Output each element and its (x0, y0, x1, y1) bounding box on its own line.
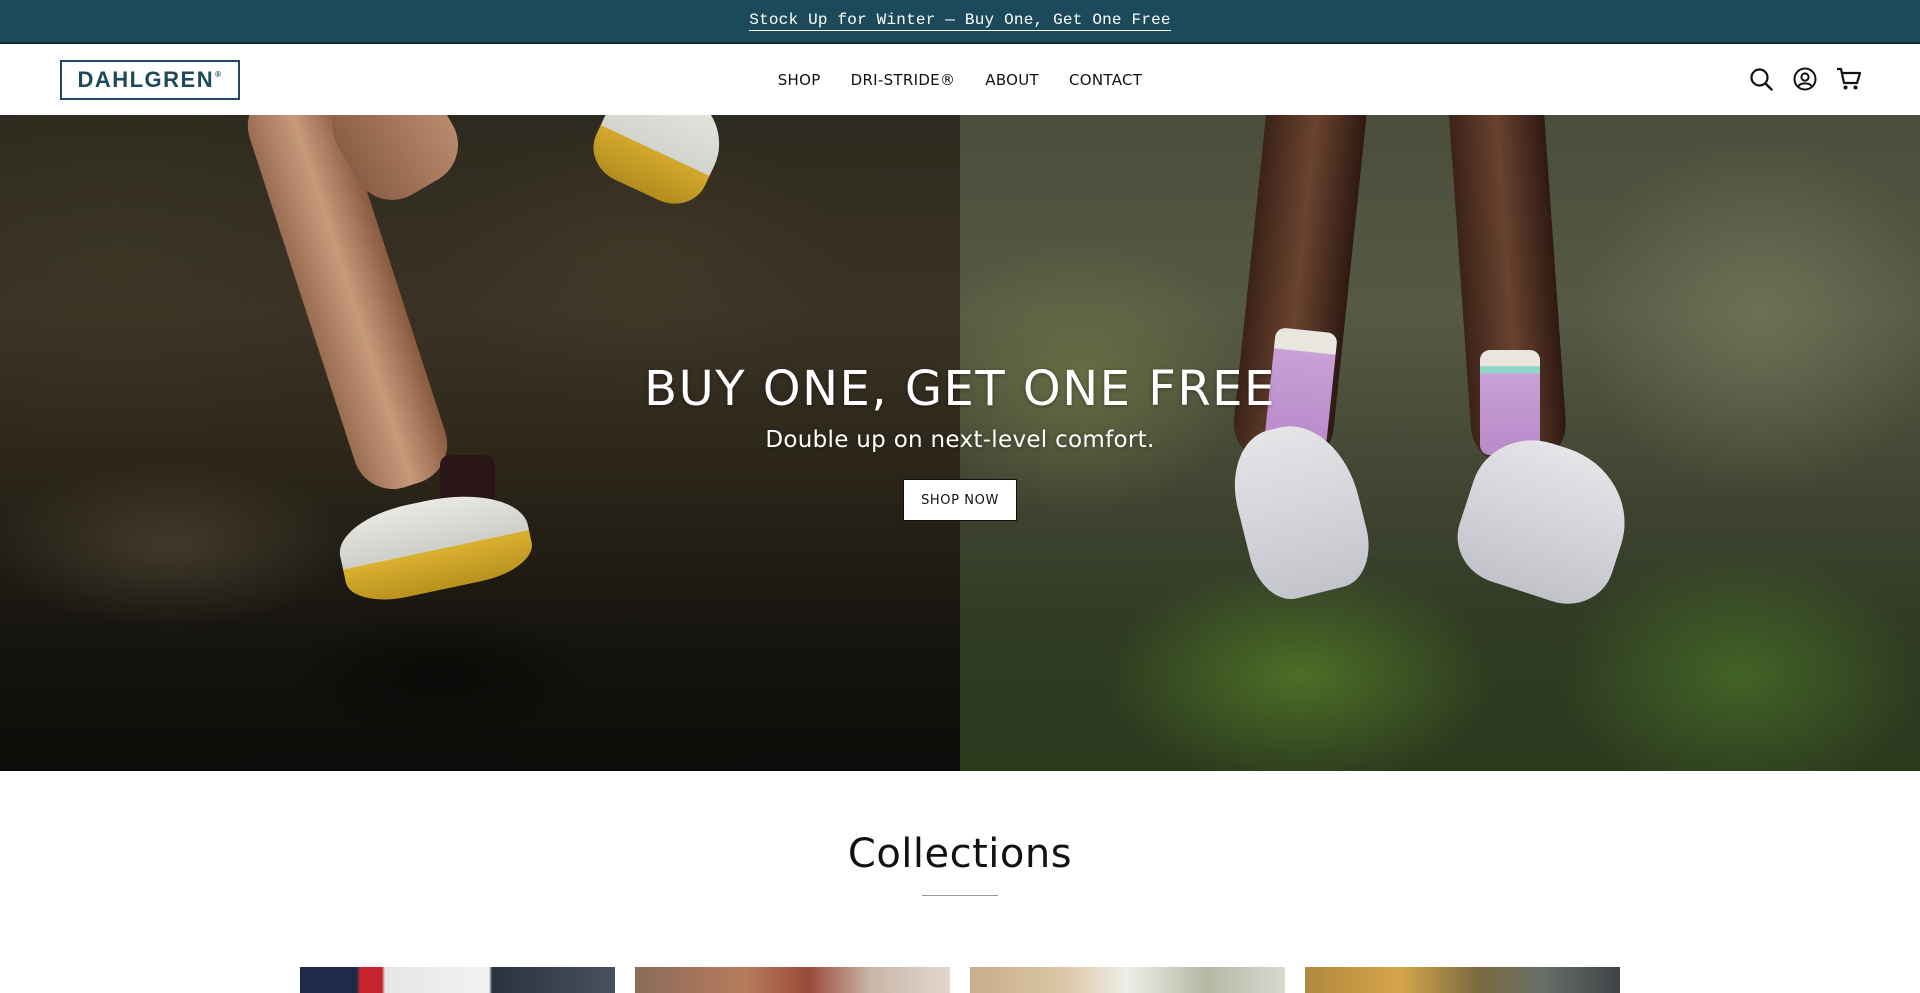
shop-now-button[interactable]: SHOP NOW (903, 479, 1017, 521)
logo-registered-mark: ® (215, 69, 223, 79)
collection-card-3[interactable] (970, 967, 1285, 993)
main-nav: SHOP DRI-STRIDE® ABOUT CONTACT (0, 44, 1920, 115)
collections-section: Collections (0, 771, 1920, 993)
logo-text: DAHLGREN (77, 67, 215, 92)
site-header: DAHLGREN ® SHOP DRI-STRIDE® ABOUT CONTACT (0, 44, 1920, 115)
announcement-link[interactable]: Stock Up for Winter — Buy One, Get One F… (749, 11, 1171, 31)
account-icon[interactable] (1792, 66, 1818, 92)
collection-card-1[interactable] (300, 967, 615, 993)
nav-contact[interactable]: CONTACT (1069, 71, 1142, 89)
collection-card-4[interactable] (1305, 967, 1620, 993)
hero-banner: BUY ONE, GET ONE FREE Double up on next-… (0, 115, 1920, 771)
hero-subtitle: Double up on next-level comfort. (765, 427, 1155, 453)
collections-heading: Collections (847, 831, 1073, 877)
cart-icon[interactable] (1836, 66, 1862, 92)
nav-shop[interactable]: SHOP (778, 71, 821, 89)
hero-content: BUY ONE, GET ONE FREE Double up on next-… (0, 115, 1920, 771)
heading-divider (922, 895, 998, 896)
collection-card-2[interactable] (635, 967, 950, 993)
header-icons (1748, 66, 1862, 92)
logo[interactable]: DAHLGREN ® (60, 60, 240, 100)
nav-about[interactable]: ABOUT (985, 71, 1039, 89)
nav-dri-stride[interactable]: DRI-STRIDE® (851, 71, 956, 89)
search-icon[interactable] (1748, 66, 1774, 92)
hero-title: BUY ONE, GET ONE FREE (644, 361, 1276, 417)
announcement-bar: Stock Up for Winter — Buy One, Get One F… (0, 0, 1920, 44)
